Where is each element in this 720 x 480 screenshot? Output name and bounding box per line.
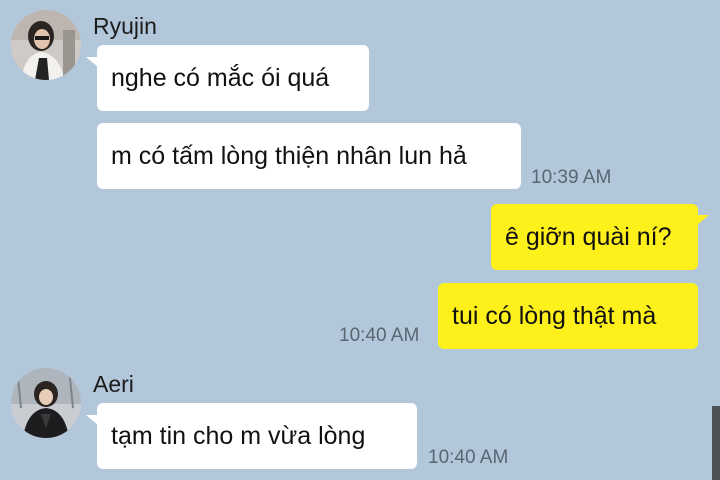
avatar-aeri[interactable]	[11, 368, 81, 438]
message-bubble-incoming[interactable]: tạm tin cho m vừa lòng	[97, 403, 417, 469]
message-timestamp: 10:40 AM	[428, 447, 509, 468]
sender-name-ryujin: Ryujin	[93, 13, 157, 39]
message-bubble-outgoing[interactable]: ê giỡn quài ní?	[491, 204, 698, 270]
scrollbar[interactable]	[712, 406, 720, 480]
bubble-tail	[697, 215, 709, 225]
sender-name-aeri: Aeri	[93, 371, 134, 397]
message-bubble-incoming[interactable]: m có tấm lòng thiện nhân lun hả	[97, 123, 521, 189]
message-timestamp: 10:39 AM	[531, 167, 612, 188]
message-bubble-incoming[interactable]: nghe có mắc ói quá	[97, 45, 369, 111]
chat-area: Ryujin nghe có mắc ói quá m có tấm lòng …	[0, 0, 720, 480]
message-bubble-outgoing[interactable]: tui có lòng thật mà	[438, 283, 698, 349]
avatar-ryujin[interactable]	[11, 10, 81, 80]
message-timestamp: 10:40 AM	[339, 325, 420, 346]
